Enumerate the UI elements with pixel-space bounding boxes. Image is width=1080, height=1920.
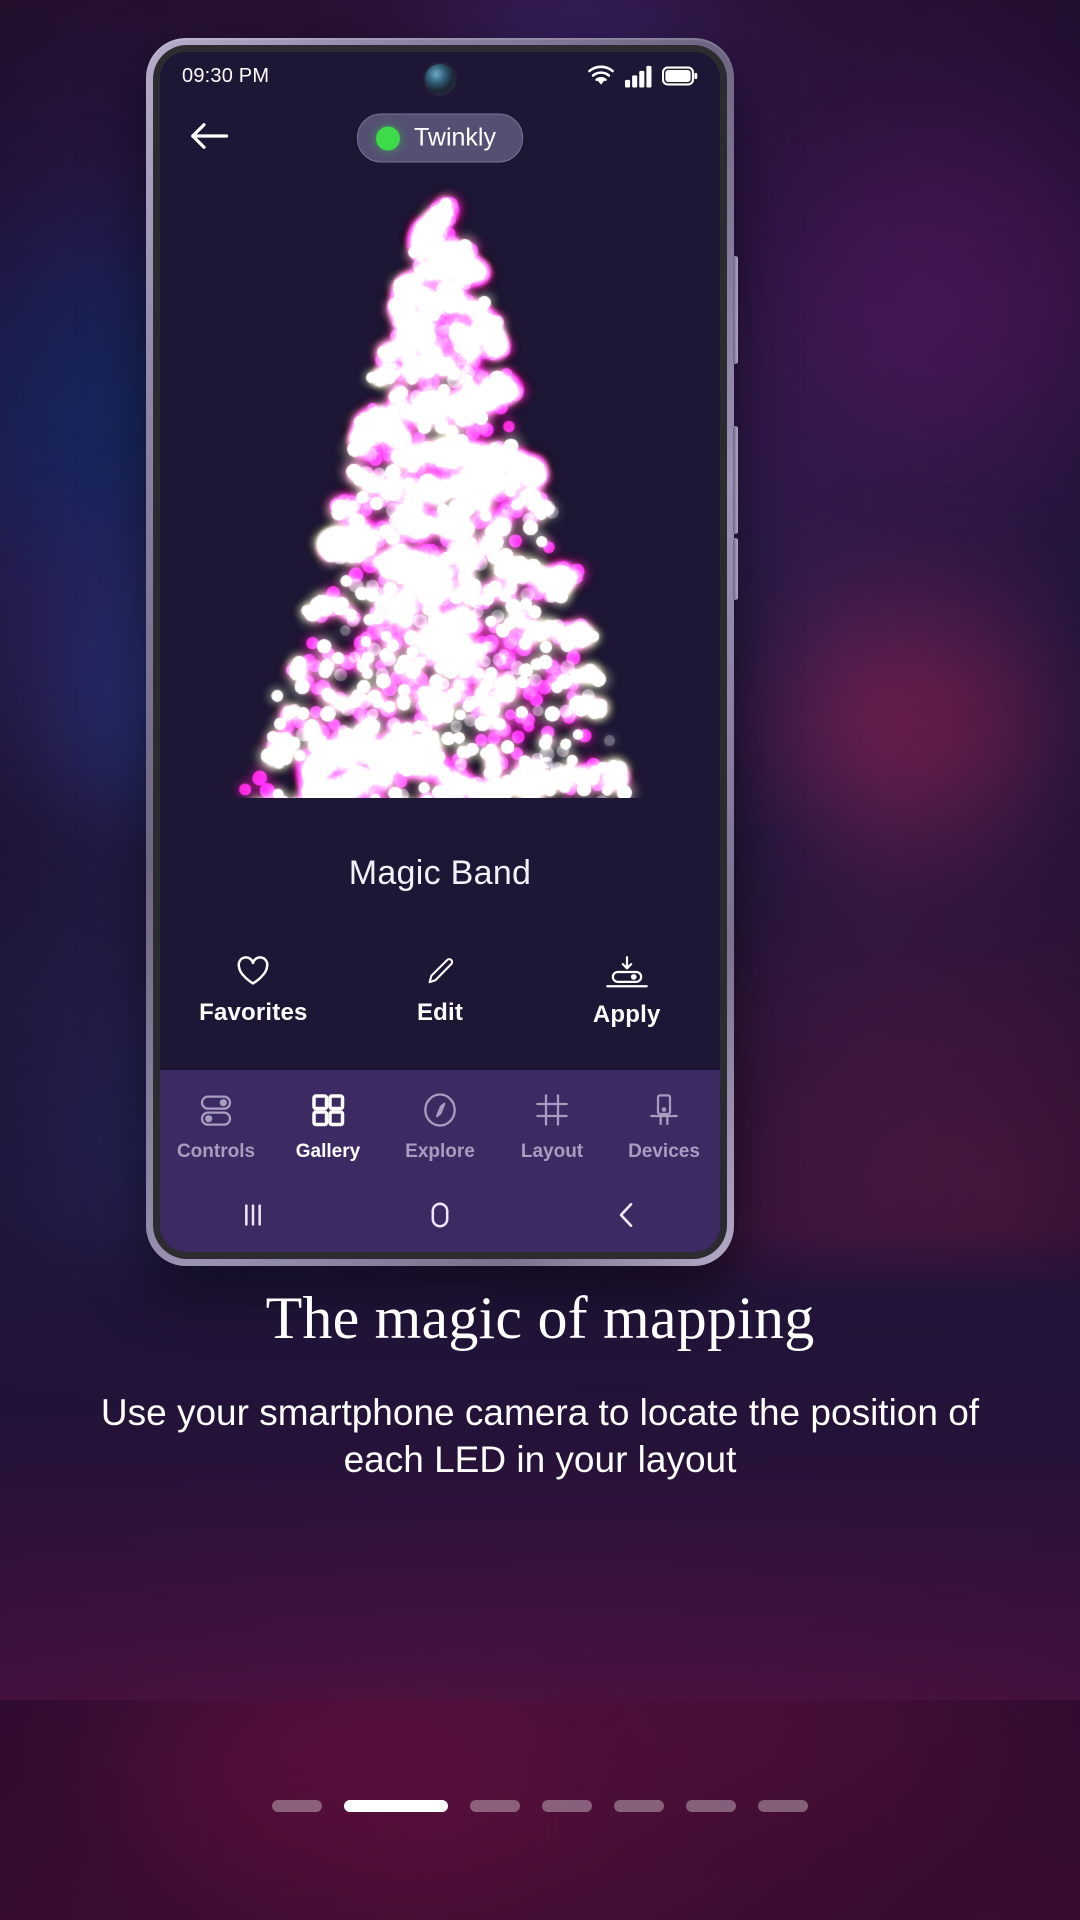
hash-grid-icon xyxy=(532,1090,572,1130)
phone-side-button xyxy=(733,256,738,364)
tab-controls-label: Controls xyxy=(176,1140,256,1162)
home-button[interactable] xyxy=(395,1192,485,1242)
app-bar: Twinkly xyxy=(160,100,720,176)
phone-screen: 09:30 PM Twinkly Magic Band Favorites Ed… xyxy=(160,52,720,1252)
carousel-pagination[interactable] xyxy=(0,1800,1080,1812)
compass-icon xyxy=(420,1090,460,1130)
status-bar-icons xyxy=(586,64,698,88)
favorites-button[interactable]: Favorites xyxy=(160,956,347,1027)
tab-devices-label: Devices xyxy=(628,1140,700,1162)
grid-2x2-icon xyxy=(308,1090,348,1130)
apply-button[interactable]: Apply xyxy=(533,956,720,1029)
edit-label: Edit xyxy=(416,999,464,1026)
status-bar: 09:30 PM xyxy=(160,52,720,100)
device-selector-pill[interactable]: Twinkly xyxy=(357,113,523,163)
battery-icon xyxy=(662,65,698,87)
tab-explore[interactable]: Explore xyxy=(384,1090,496,1163)
recents-bars-icon xyxy=(237,1199,269,1236)
pagination-dot[interactable] xyxy=(344,1800,448,1812)
wifi-icon xyxy=(586,64,616,88)
phone-side-button xyxy=(733,426,738,534)
tab-gallery-label: Gallery xyxy=(295,1140,361,1162)
android-navigation-bar xyxy=(160,1182,720,1252)
chevron-left-icon xyxy=(611,1199,643,1236)
back-button[interactable] xyxy=(186,115,232,161)
apply-label: Apply xyxy=(592,1001,661,1028)
pagination-dot[interactable] xyxy=(470,1800,520,1812)
tab-explore-label: Explore xyxy=(405,1140,475,1162)
effect-name-label: Magic Band xyxy=(348,853,532,892)
phone-side-button xyxy=(733,538,738,600)
back-nav-button[interactable] xyxy=(582,1192,672,1242)
toggles-icon xyxy=(196,1090,236,1130)
phone-mockup: 09:30 PM Twinkly Magic Band Favorites Ed… xyxy=(146,38,738,1266)
promo-caption: The magic of mapping Use your smartphone… xyxy=(0,1286,1080,1484)
pencil-icon xyxy=(423,956,457,986)
effect-action-row: Favorites Edit Apply xyxy=(160,948,720,1070)
device-name-label: Twinkly xyxy=(414,123,496,152)
apply-download-icon xyxy=(605,956,648,988)
device-icon xyxy=(644,1090,684,1130)
recents-button[interactable] xyxy=(208,1192,298,1242)
heart-icon xyxy=(236,956,270,986)
status-bar-clock: 09:30 PM xyxy=(182,64,270,87)
pagination-dot[interactable] xyxy=(686,1800,736,1812)
tab-controls[interactable]: Controls xyxy=(160,1090,272,1163)
front-camera-punchhole xyxy=(425,64,455,94)
tab-layout[interactable]: Layout xyxy=(496,1090,608,1163)
tab-layout-label: Layout xyxy=(520,1140,584,1162)
promo-headline: The magic of mapping xyxy=(265,1285,815,1351)
pagination-dot[interactable] xyxy=(758,1800,808,1812)
pagination-dot[interactable] xyxy=(272,1800,322,1812)
home-pill-icon xyxy=(424,1199,456,1236)
arrow-left-icon xyxy=(189,121,229,156)
device-online-status-dot xyxy=(376,126,401,150)
tab-devices[interactable]: Devices xyxy=(608,1090,720,1163)
tab-gallery[interactable]: Gallery xyxy=(272,1090,384,1163)
favorites-label: Favorites xyxy=(199,999,308,1026)
edit-button[interactable]: Edit xyxy=(347,956,534,1027)
cellular-signal-icon xyxy=(625,64,653,88)
led-tree-canvas xyxy=(160,176,720,798)
promo-subtext: Use your smartphone camera to locate the… xyxy=(100,1391,980,1481)
pagination-dot[interactable] xyxy=(542,1800,592,1812)
led-mapping-preview[interactable] xyxy=(160,176,720,798)
pagination-dot[interactable] xyxy=(614,1800,664,1812)
bottom-tab-bar: Controls Gallery Explore Layout Devices xyxy=(160,1070,720,1182)
